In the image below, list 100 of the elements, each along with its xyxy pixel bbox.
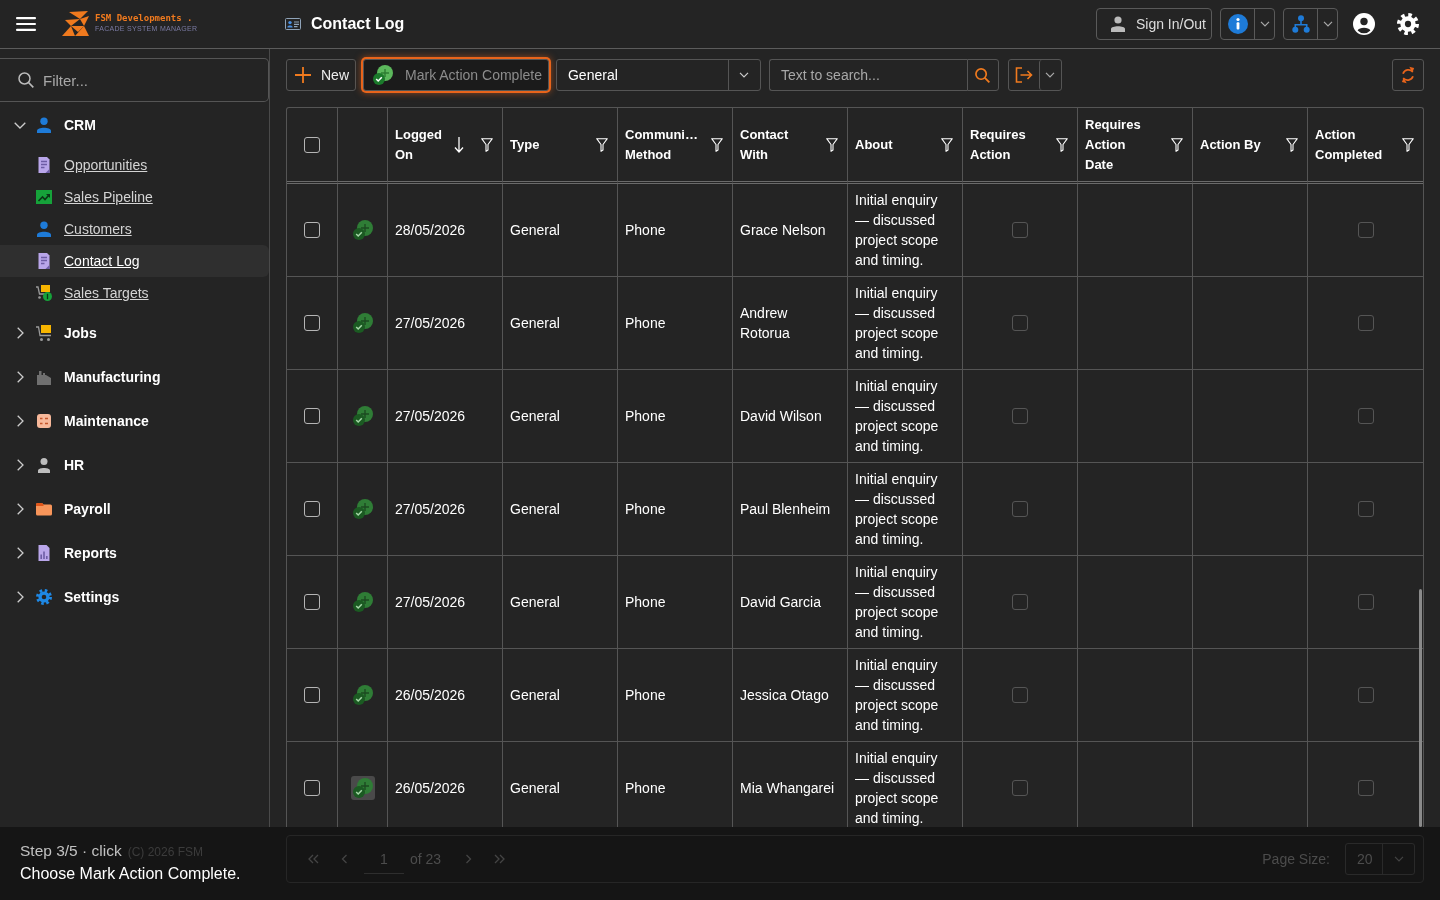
view-select[interactable]: General bbox=[555, 59, 761, 91]
checkbox[interactable] bbox=[1012, 408, 1028, 424]
checkbox[interactable] bbox=[1357, 594, 1374, 610]
tutorial-instruction: Choose Mark Action Complete. bbox=[20, 865, 242, 883]
caret-icon bbox=[1322, 21, 1333, 27]
column-label[interactable]: Action Completed bbox=[1315, 124, 1391, 165]
user-circle-icon[interactable] bbox=[1353, 13, 1375, 35]
refresh-button[interactable] bbox=[1392, 59, 1424, 91]
method-text: Phone bbox=[625, 686, 666, 705]
search-icon bbox=[975, 67, 991, 83]
chevron-right-icon[interactable] bbox=[16, 591, 24, 603]
hierarchy-icon bbox=[1291, 15, 1310, 33]
caret-icon bbox=[1045, 72, 1056, 78]
document-icon bbox=[36, 157, 52, 173]
nav-group[interactable]: HR bbox=[0, 443, 269, 487]
filter-icon[interactable] bbox=[596, 137, 608, 152]
checkbox[interactable] bbox=[1357, 222, 1374, 238]
checkbox[interactable] bbox=[1012, 780, 1028, 796]
checkbox[interactable] bbox=[1357, 780, 1374, 796]
plus-check-icon[interactable] bbox=[350, 683, 375, 707]
checkbox[interactable] bbox=[304, 315, 320, 331]
chevron-right-icon[interactable] bbox=[16, 327, 24, 339]
column-label[interactable]: Requires Action bbox=[970, 124, 1040, 165]
checkbox[interactable] bbox=[304, 594, 320, 610]
checkbox[interactable] bbox=[1012, 594, 1028, 610]
contact-name: David Wilson bbox=[740, 407, 822, 426]
nav-link[interactable]: Sales Targets bbox=[0, 277, 269, 309]
chevron-right-icon[interactable] bbox=[16, 415, 24, 427]
plus-check-icon[interactable] bbox=[350, 218, 375, 242]
checkbox[interactable] bbox=[304, 687, 320, 703]
scrollbar-thumb[interactable] bbox=[1419, 589, 1422, 827]
nav-group[interactable]: Settings bbox=[0, 575, 269, 619]
checkbox[interactable] bbox=[1012, 501, 1028, 517]
nav-group[interactable]: Payroll bbox=[0, 487, 269, 531]
cart-coin-icon bbox=[36, 285, 52, 301]
nav-link[interactable]: Opportunities bbox=[0, 149, 269, 181]
logo-icon bbox=[62, 11, 90, 37]
caret-icon bbox=[1259, 21, 1270, 27]
nav-group[interactable]: Maintenance bbox=[0, 399, 269, 443]
sort-down-icon[interactable] bbox=[454, 136, 464, 153]
column-label[interactable]: Action By bbox=[1200, 134, 1270, 155]
filter-icon[interactable] bbox=[1286, 137, 1298, 152]
method-text: Phone bbox=[625, 593, 666, 612]
column-label[interactable]: Contact With bbox=[740, 124, 810, 165]
checkbox[interactable] bbox=[304, 501, 320, 517]
settings-icon[interactable] bbox=[1397, 13, 1419, 35]
filter-icon[interactable] bbox=[481, 137, 493, 152]
filter-icon[interactable] bbox=[941, 137, 953, 152]
nav-link[interactable]: Customers bbox=[0, 213, 269, 245]
chevron-right-icon[interactable] bbox=[16, 459, 24, 471]
chevron-right-icon[interactable] bbox=[16, 547, 24, 559]
column-label[interactable]: Type bbox=[510, 134, 580, 155]
new-button[interactable]: New bbox=[286, 59, 356, 91]
person-icon bbox=[1110, 16, 1125, 32]
filter-icon[interactable] bbox=[711, 137, 723, 152]
chevron-right-icon[interactable] bbox=[16, 503, 24, 515]
sign-in-out-button[interactable]: Sign In/Out bbox=[1095, 8, 1212, 40]
checkbox[interactable] bbox=[1357, 315, 1374, 331]
person-icon bbox=[36, 117, 52, 133]
checkbox[interactable] bbox=[1357, 501, 1374, 517]
type-text: General bbox=[510, 221, 560, 240]
plus-check-icon[interactable] bbox=[350, 311, 375, 335]
menu-icon[interactable] bbox=[16, 17, 36, 31]
column-label[interactable]: Logged On bbox=[395, 124, 445, 165]
filter-icon[interactable] bbox=[1056, 137, 1068, 152]
plus-check-icon[interactable] bbox=[350, 404, 375, 428]
column-label[interactable]: About bbox=[855, 134, 925, 155]
filter-field[interactable]: Filter... bbox=[0, 58, 269, 102]
nav-group[interactable]: Jobs bbox=[0, 311, 269, 355]
checkbox[interactable] bbox=[1012, 687, 1028, 703]
search-field[interactable]: Text to search... bbox=[768, 59, 967, 91]
column-label[interactable]: Requires Action Date bbox=[1085, 114, 1155, 175]
nav-group[interactable]: Reports bbox=[0, 531, 269, 575]
about-text: Initial enquiry — discussed project scope and timing. bbox=[855, 563, 940, 642]
search-button[interactable] bbox=[966, 59, 999, 91]
column-label[interactable]: Communi… Method bbox=[625, 124, 707, 165]
chevron-right-icon[interactable] bbox=[16, 371, 24, 383]
checkbox[interactable] bbox=[304, 222, 320, 238]
filter-icon[interactable] bbox=[826, 137, 838, 152]
contact-name: Jessica Otago bbox=[740, 686, 829, 705]
filter-icon[interactable] bbox=[1171, 137, 1183, 152]
plus-check-icon[interactable] bbox=[350, 497, 375, 521]
checkbox[interactable] bbox=[1012, 315, 1028, 331]
checkbox[interactable] bbox=[304, 780, 320, 796]
plus-check-icon[interactable] bbox=[350, 776, 375, 800]
nav-group[interactable]: Manufacturing bbox=[0, 355, 269, 399]
type-text: General bbox=[510, 407, 560, 426]
chart-icon bbox=[36, 189, 52, 205]
plus-check-icon[interactable] bbox=[350, 590, 375, 614]
refresh-icon bbox=[1401, 65, 1415, 85]
nav-link[interactable]: Contact Log bbox=[0, 245, 269, 277]
filter-icon[interactable] bbox=[1402, 137, 1414, 152]
chevron-down-icon[interactable] bbox=[14, 121, 26, 129]
checkbox[interactable] bbox=[1357, 408, 1374, 424]
checkbox[interactable] bbox=[1012, 222, 1028, 238]
nav-link[interactable]: Sales Pipeline bbox=[0, 181, 269, 213]
nav-group[interactable]: CRM bbox=[0, 103, 269, 147]
checkbox[interactable] bbox=[1357, 687, 1374, 703]
checkbox[interactable] bbox=[304, 136, 320, 153]
checkbox[interactable] bbox=[304, 408, 320, 424]
